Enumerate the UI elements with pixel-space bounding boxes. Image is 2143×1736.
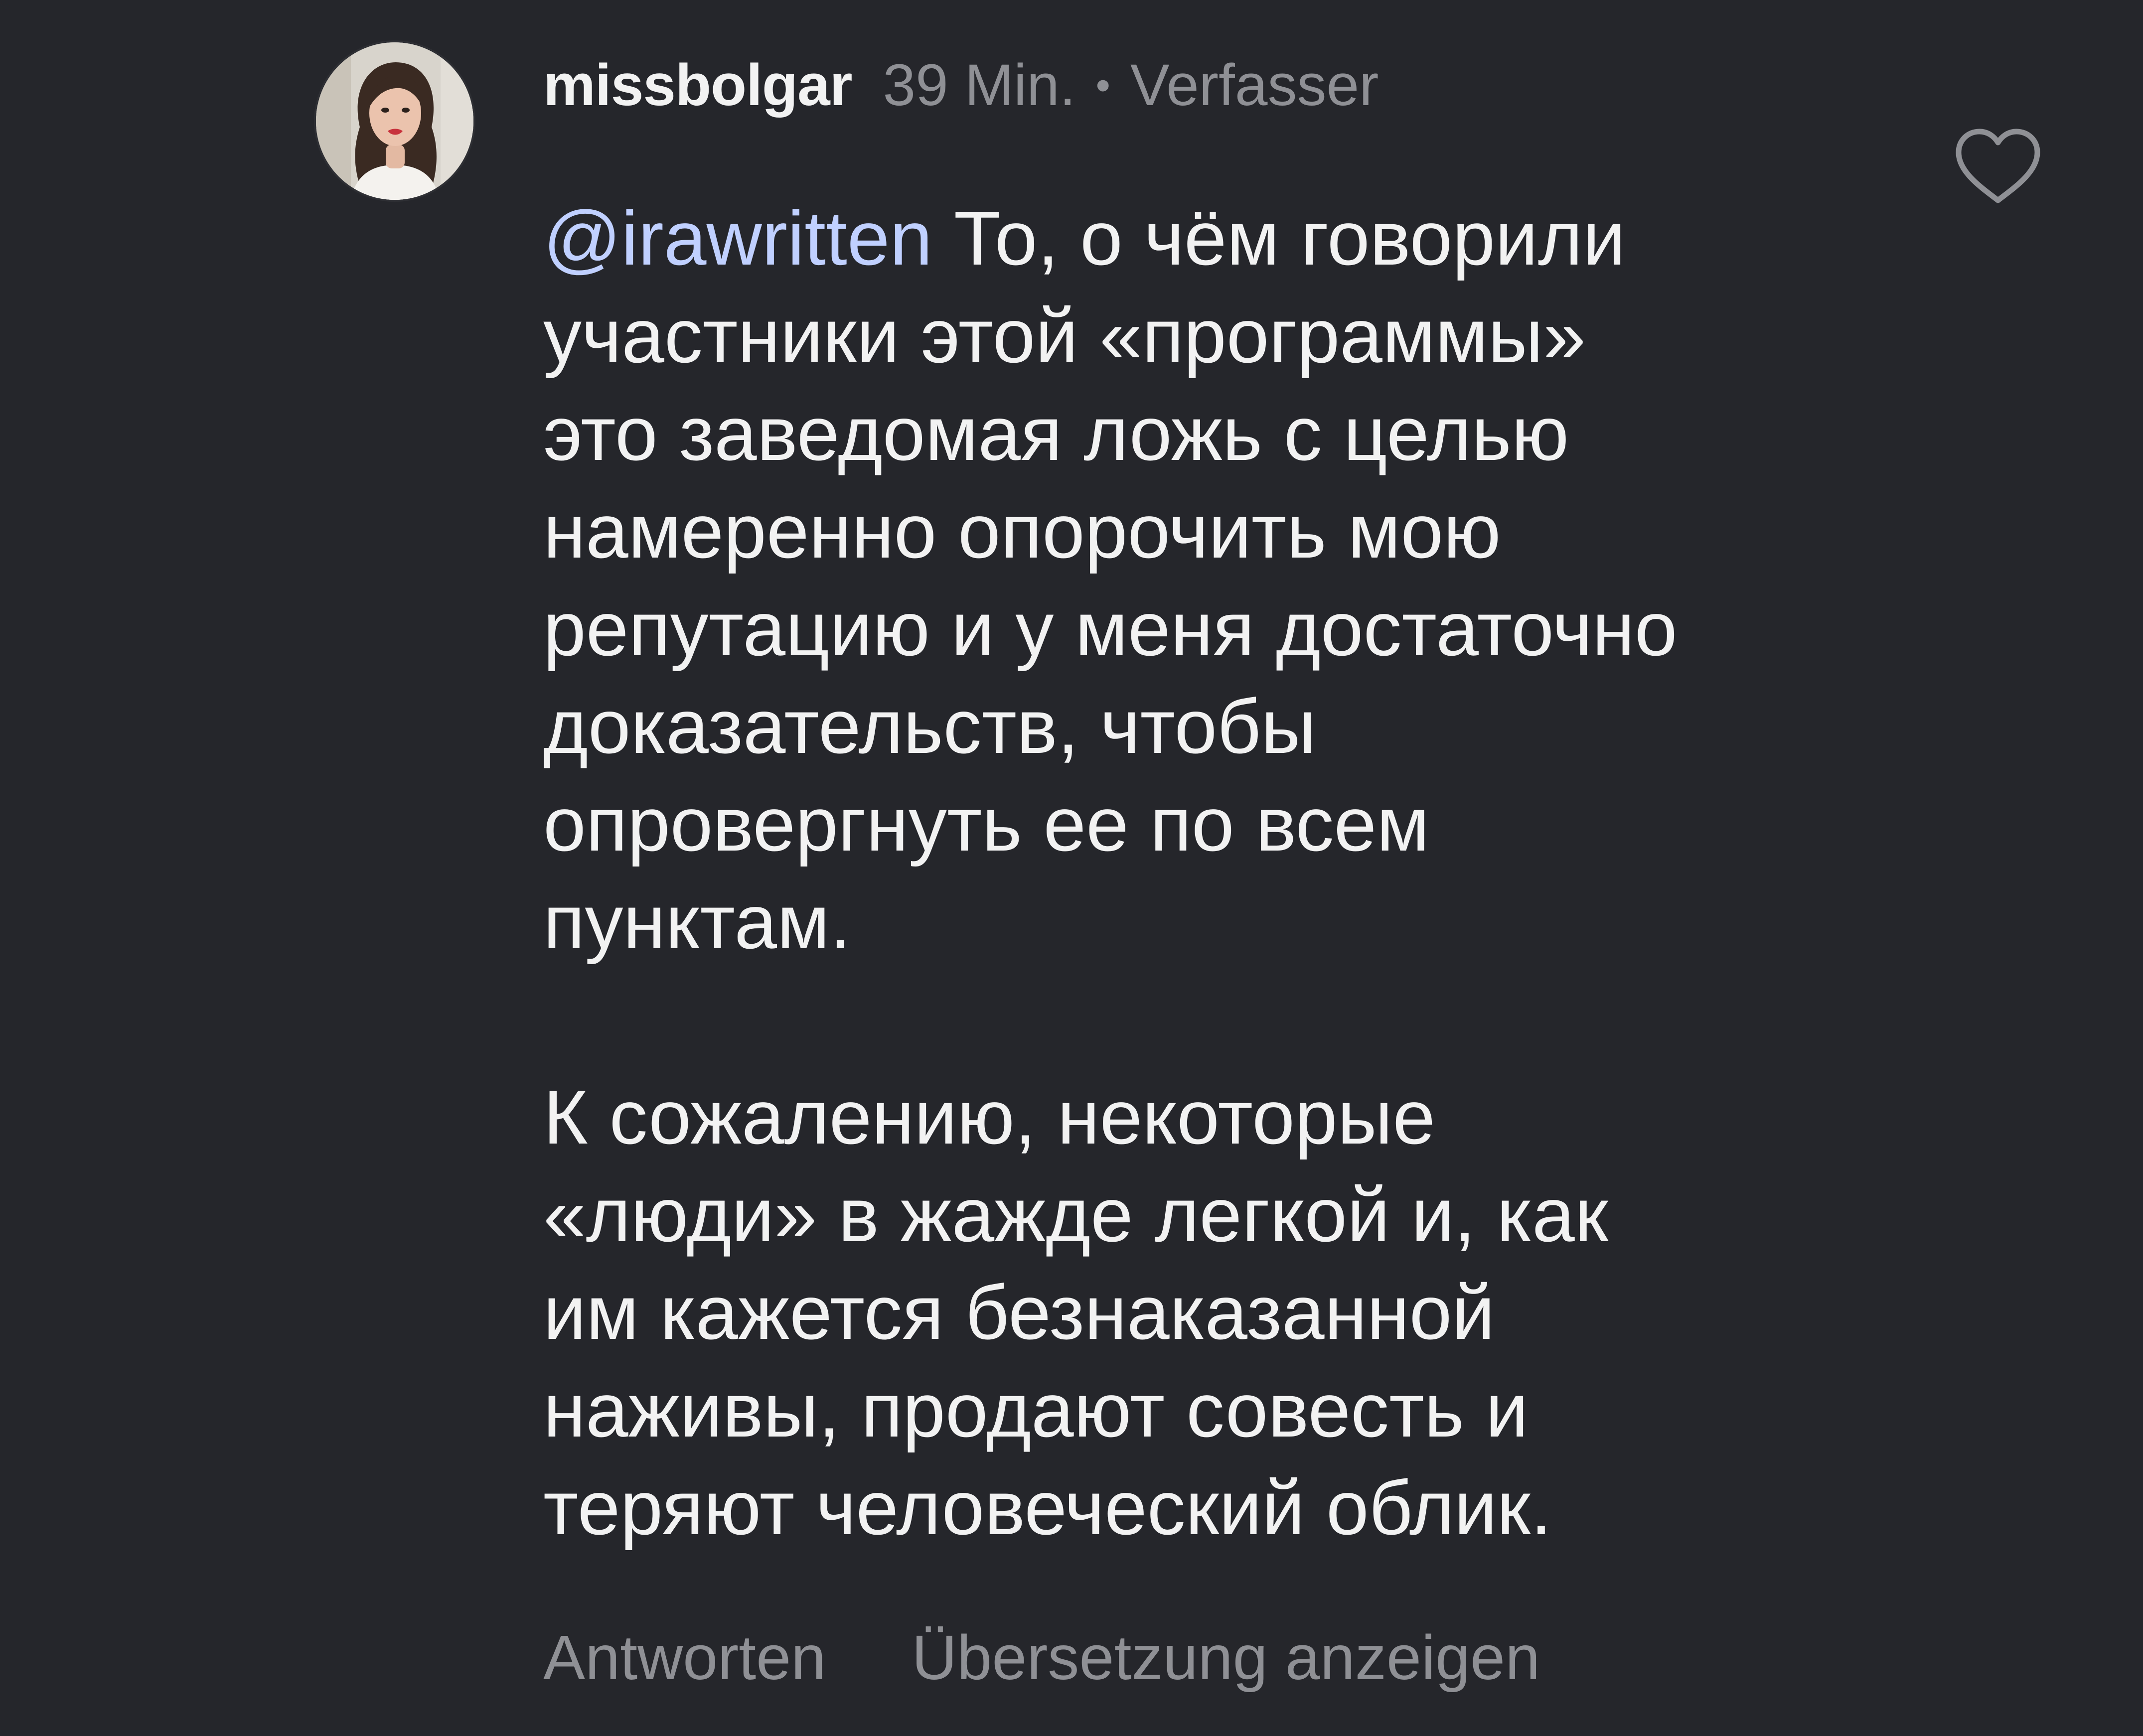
comment-line: это заведомая ложь с целью (543, 391, 1569, 476)
comment-line: пунктам. (543, 879, 851, 965)
comment-line: К сожалению, некоторые (543, 1074, 1435, 1160)
mention-link[interactable]: @irawritten (543, 195, 932, 281)
author-badge: Verfasser (1130, 52, 1379, 118)
comment-line: наживы, продают совесть и (543, 1367, 1529, 1453)
comment-line: «люди» в жажде легкой и, как (543, 1172, 1609, 1258)
comment-line: опровергнуть ее по всем (543, 781, 1429, 867)
comment-line: @irawritten То, о чём говорили (543, 189, 1939, 287)
comment-line: доказательств, чтобы (543, 684, 1316, 769)
avatar[interactable] (316, 42, 473, 200)
separator-dot: • (1095, 61, 1110, 109)
comment-line: участники этой «программы» (543, 293, 1586, 379)
comment-line: намеренно опорочить мою (543, 488, 1501, 574)
show-translation-button[interactable]: Übersetzung anzeigen (912, 1621, 1540, 1694)
comment-actions: Antworten Übersetzung anzeigen (543, 1612, 1540, 1702)
reply-button[interactable]: Antworten (543, 1621, 826, 1694)
like-button[interactable] (1953, 127, 2043, 206)
comment-text: То, о чём говорили (932, 195, 1626, 281)
comment-header: missbolgar 39 Min. • Verfasser (543, 48, 1378, 123)
comment-body: @irawritten То, о чём говорили участники… (543, 189, 1939, 1557)
heart-outline-icon (1956, 129, 2040, 203)
timestamp: 39 Min. (883, 52, 1076, 118)
comment-line: теряют человеческий облик. (543, 1465, 1552, 1551)
profile-photo (316, 42, 473, 200)
username[interactable]: missbolgar (543, 51, 853, 119)
comment-line: репутацию и у меня достаточно (543, 586, 1678, 672)
comment-screen: missbolgar 39 Min. • Verfasser @irawritt… (0, 0, 2143, 1736)
comment-line: им кажется безнаказанной (543, 1270, 1495, 1355)
